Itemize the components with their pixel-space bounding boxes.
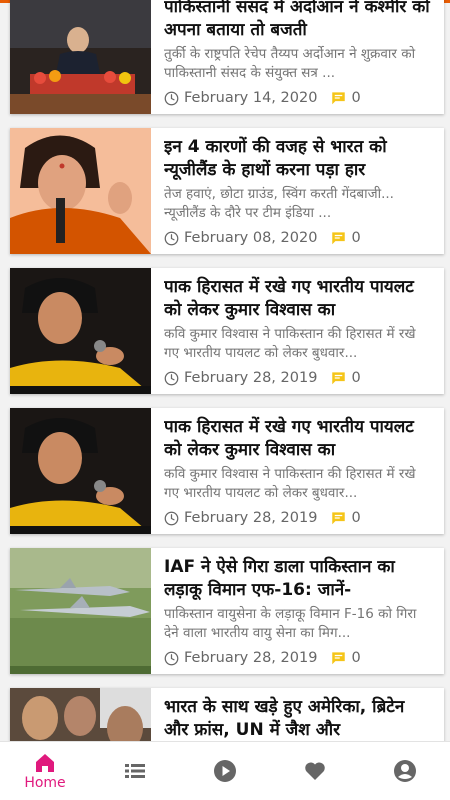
comment-count: 0 bbox=[351, 650, 361, 666]
comment-count: 0 bbox=[351, 510, 361, 526]
article-card[interactable]: पाक हिरासत में रखे गए भारतीय पायलट को ले… bbox=[10, 408, 444, 534]
nav-profile[interactable] bbox=[360, 742, 450, 800]
clock-icon bbox=[164, 511, 179, 525]
article-thumbnail[interactable] bbox=[10, 688, 151, 741]
article-title[interactable]: इन 4 कारणों की वजह से भारत को न्यूजीलैंड… bbox=[164, 136, 434, 182]
article-thumbnail[interactable] bbox=[10, 0, 151, 114]
nav-home-label: Home bbox=[24, 775, 66, 791]
article-excerpt: पाकिस्तान वायुसेना के लड़ाकू विमान F-16 … bbox=[164, 606, 417, 641]
article-title[interactable]: पाकिस्तानी संसद में अर्दोआन ने कश्मीर को… bbox=[164, 0, 434, 42]
comment-icon bbox=[332, 512, 346, 525]
article-date: February 14, 2020 bbox=[184, 90, 318, 106]
play-icon bbox=[214, 760, 236, 782]
clock-icon bbox=[164, 91, 179, 105]
article-body: इन 4 कारणों की वजह से भारत को न्यूजीलैंड… bbox=[151, 128, 444, 254]
comment-icon bbox=[332, 652, 346, 665]
article-card[interactable]: IAF ने ऐसे गिरा डाला पाकिस्तान का लड़ाकू… bbox=[10, 548, 444, 674]
list-icon bbox=[125, 764, 145, 778]
article-feed[interactable]: पाकिस्तानी संसद में अर्दोआन ने कश्मीर को… bbox=[0, 0, 450, 741]
article-thumbnail[interactable] bbox=[10, 128, 151, 254]
article-card[interactable]: पाकिस्तानी संसद में अर्दोआन ने कश्मीर को… bbox=[10, 0, 444, 114]
article-body: पाक हिरासत में रखे गए भारतीय पायलट को ले… bbox=[151, 408, 444, 534]
comment-icon bbox=[332, 372, 346, 385]
article-body: पाक हिरासत में रखे गए भारतीय पायलट को ले… bbox=[151, 268, 444, 394]
article-date: February 28, 2019 bbox=[184, 370, 318, 386]
article-thumbnail[interactable] bbox=[10, 408, 151, 534]
article-meta: February 08, 2020 0 bbox=[164, 230, 361, 246]
article-excerpt: कवि कुमार विश्वास ने पाकिस्तान की हिरासत… bbox=[164, 326, 416, 361]
comment-icon bbox=[332, 232, 346, 245]
clock-icon bbox=[164, 231, 179, 245]
nav-categories[interactable] bbox=[90, 742, 180, 800]
article-title[interactable]: भारत के साथ खड़े हुए अमेरिका, ब्रिटेन और… bbox=[164, 696, 434, 741]
article-thumbnail[interactable] bbox=[10, 268, 151, 394]
heart-icon bbox=[305, 762, 325, 780]
article-card[interactable]: भारत के साथ खड़े हुए अमेरिका, ब्रिटेन और… bbox=[10, 688, 444, 741]
account-icon bbox=[394, 760, 416, 782]
article-meta: February 28, 2019 0 bbox=[164, 370, 361, 386]
article-title[interactable]: IAF ने ऐसे गिरा डाला पाकिस्तान का लड़ाकू… bbox=[164, 556, 434, 602]
home-icon bbox=[36, 754, 54, 772]
comment-icon bbox=[332, 92, 346, 105]
comment-count: 0 bbox=[351, 230, 361, 246]
comment-count: 0 bbox=[351, 370, 361, 386]
article-excerpt: कवि कुमार विश्वास ने पाकिस्तान की हिरासत… bbox=[164, 466, 416, 501]
article-date: February 28, 2019 bbox=[184, 510, 318, 526]
article-meta: February 28, 2019 0 bbox=[164, 650, 361, 666]
article-body: पाकिस्तानी संसद में अर्दोआन ने कश्मीर को… bbox=[151, 0, 444, 114]
article-excerpt: तेज हवाएं, छोटा ग्राउंड, स्विंग करती गें… bbox=[164, 186, 394, 221]
article-card[interactable]: पाक हिरासत में रखे गए भारतीय पायलट को ले… bbox=[10, 268, 444, 394]
clock-icon bbox=[164, 651, 179, 665]
article-excerpt: तुर्की के राष्ट्रपति रेचेप तैय्यप अर्दोआ… bbox=[164, 46, 416, 81]
nav-videos[interactable] bbox=[180, 742, 270, 800]
nav-favorites[interactable] bbox=[270, 742, 360, 800]
nav-home[interactable]: Home bbox=[0, 742, 90, 800]
article-body: IAF ने ऐसे गिरा डाला पाकिस्तान का लड़ाकू… bbox=[151, 548, 444, 674]
article-meta: February 28, 2019 0 bbox=[164, 510, 361, 526]
article-thumbnail[interactable] bbox=[10, 548, 151, 674]
clock-icon bbox=[164, 371, 179, 385]
article-card[interactable]: इन 4 कारणों की वजह से भारत को न्यूजीलैंड… bbox=[10, 128, 444, 254]
article-date: February 08, 2020 bbox=[184, 230, 318, 246]
article-title[interactable]: पाक हिरासत में रखे गए भारतीय पायलट को ले… bbox=[164, 416, 434, 462]
article-date: February 28, 2019 bbox=[184, 650, 318, 666]
article-title[interactable]: पाक हिरासत में रखे गए भारतीय पायलट को ले… bbox=[164, 276, 434, 322]
comment-count: 0 bbox=[351, 90, 361, 106]
article-body: भारत के साथ खड़े हुए अमेरिका, ब्रिटेन और… bbox=[151, 688, 444, 741]
article-meta: February 14, 2020 0 bbox=[164, 90, 361, 106]
bottom-navigation: Home bbox=[0, 741, 450, 800]
